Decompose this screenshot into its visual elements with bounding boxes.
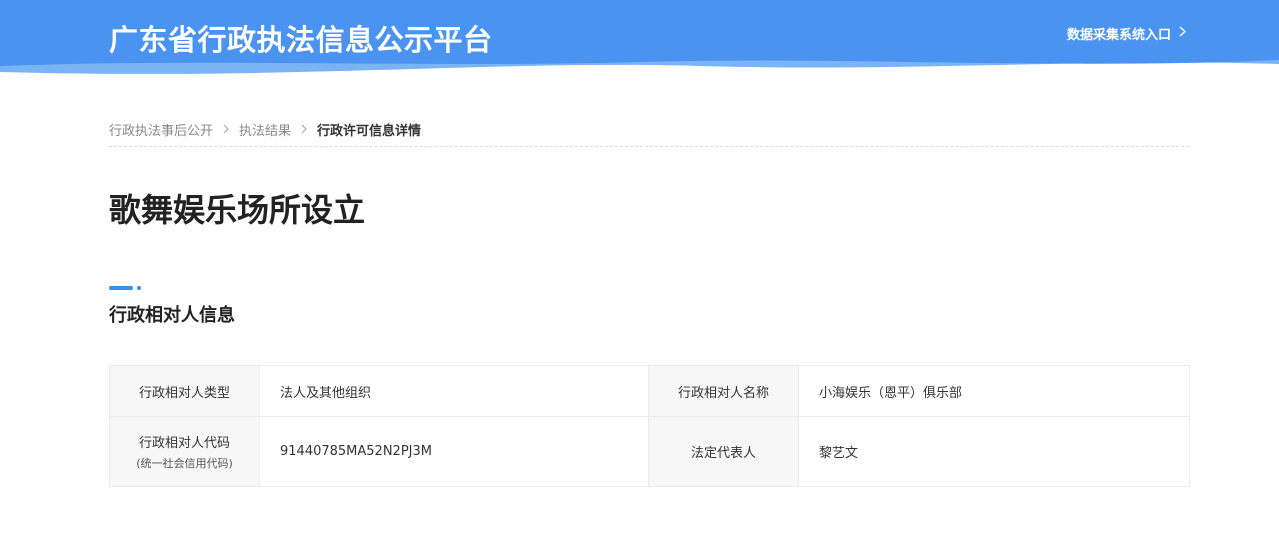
header-banner: 广东省行政执法信息公示平台 数据采集系统入口 — [0, 0, 1279, 82]
legal-representative-value: 黎艺文 — [798, 416, 1190, 487]
page-title: 歌舞娱乐场所设立 — [109, 191, 366, 229]
section-marker-bar — [109, 286, 133, 290]
counterparty-code-label-cell: 行政相对人代码 (统一社会信用代码) — [109, 416, 260, 487]
data-collection-entry-link[interactable]: 数据采集系统入口 — [1066, 24, 1187, 43]
counterparty-name-value: 小海娱乐（恩平）俱乐部 — [798, 365, 1190, 417]
breadcrumb-current: 行政许可信息详情 — [317, 124, 422, 139]
table-row: 行政相对人代码 (统一社会信用代码) 91440785MA52N2PJ3M 法定… — [109, 416, 1190, 487]
counterparty-code-label: 行政相对人代码 — [138, 436, 230, 451]
breadcrumb: 行政执法事后公开 执法结果 行政许可信息详情 — [109, 120, 1189, 147]
chevron-right-icon — [301, 120, 307, 138]
legal-representative-label: 法定代表人 — [648, 416, 799, 487]
table-row: 行政相对人类型 法人及其他组织 行政相对人名称 小海娱乐（恩平）俱乐部 — [109, 365, 1190, 417]
entry-link-label: 数据采集系统入口 — [1066, 28, 1171, 43]
section-title: 行政相对人信息 — [109, 305, 235, 326]
breadcrumb-item-enforcement-results[interactable]: 执法结果 — [239, 120, 291, 139]
counterparty-type-value: 法人及其他组织 — [259, 365, 649, 417]
counterparty-code-value: 91440785MA52N2PJ3M — [259, 416, 649, 487]
chevron-right-icon — [1179, 26, 1187, 41]
site-title[interactable]: 广东省行政执法信息公示平台 — [109, 17, 493, 59]
credit-code-sub-label: (统一社会信用代码) — [136, 457, 233, 470]
counterparty-type-label: 行政相对人类型 — [109, 365, 260, 417]
section-marker — [109, 286, 149, 290]
chevron-right-icon — [223, 120, 229, 138]
section-marker-dot — [137, 286, 141, 290]
counterparty-info-table: 行政相对人类型 法人及其他组织 行政相对人名称 小海娱乐（恩平）俱乐部 行政相对… — [109, 365, 1190, 487]
breadcrumb-item-enforcement-disclosure[interactable]: 行政执法事后公开 — [109, 120, 213, 139]
counterparty-name-label: 行政相对人名称 — [648, 365, 799, 417]
